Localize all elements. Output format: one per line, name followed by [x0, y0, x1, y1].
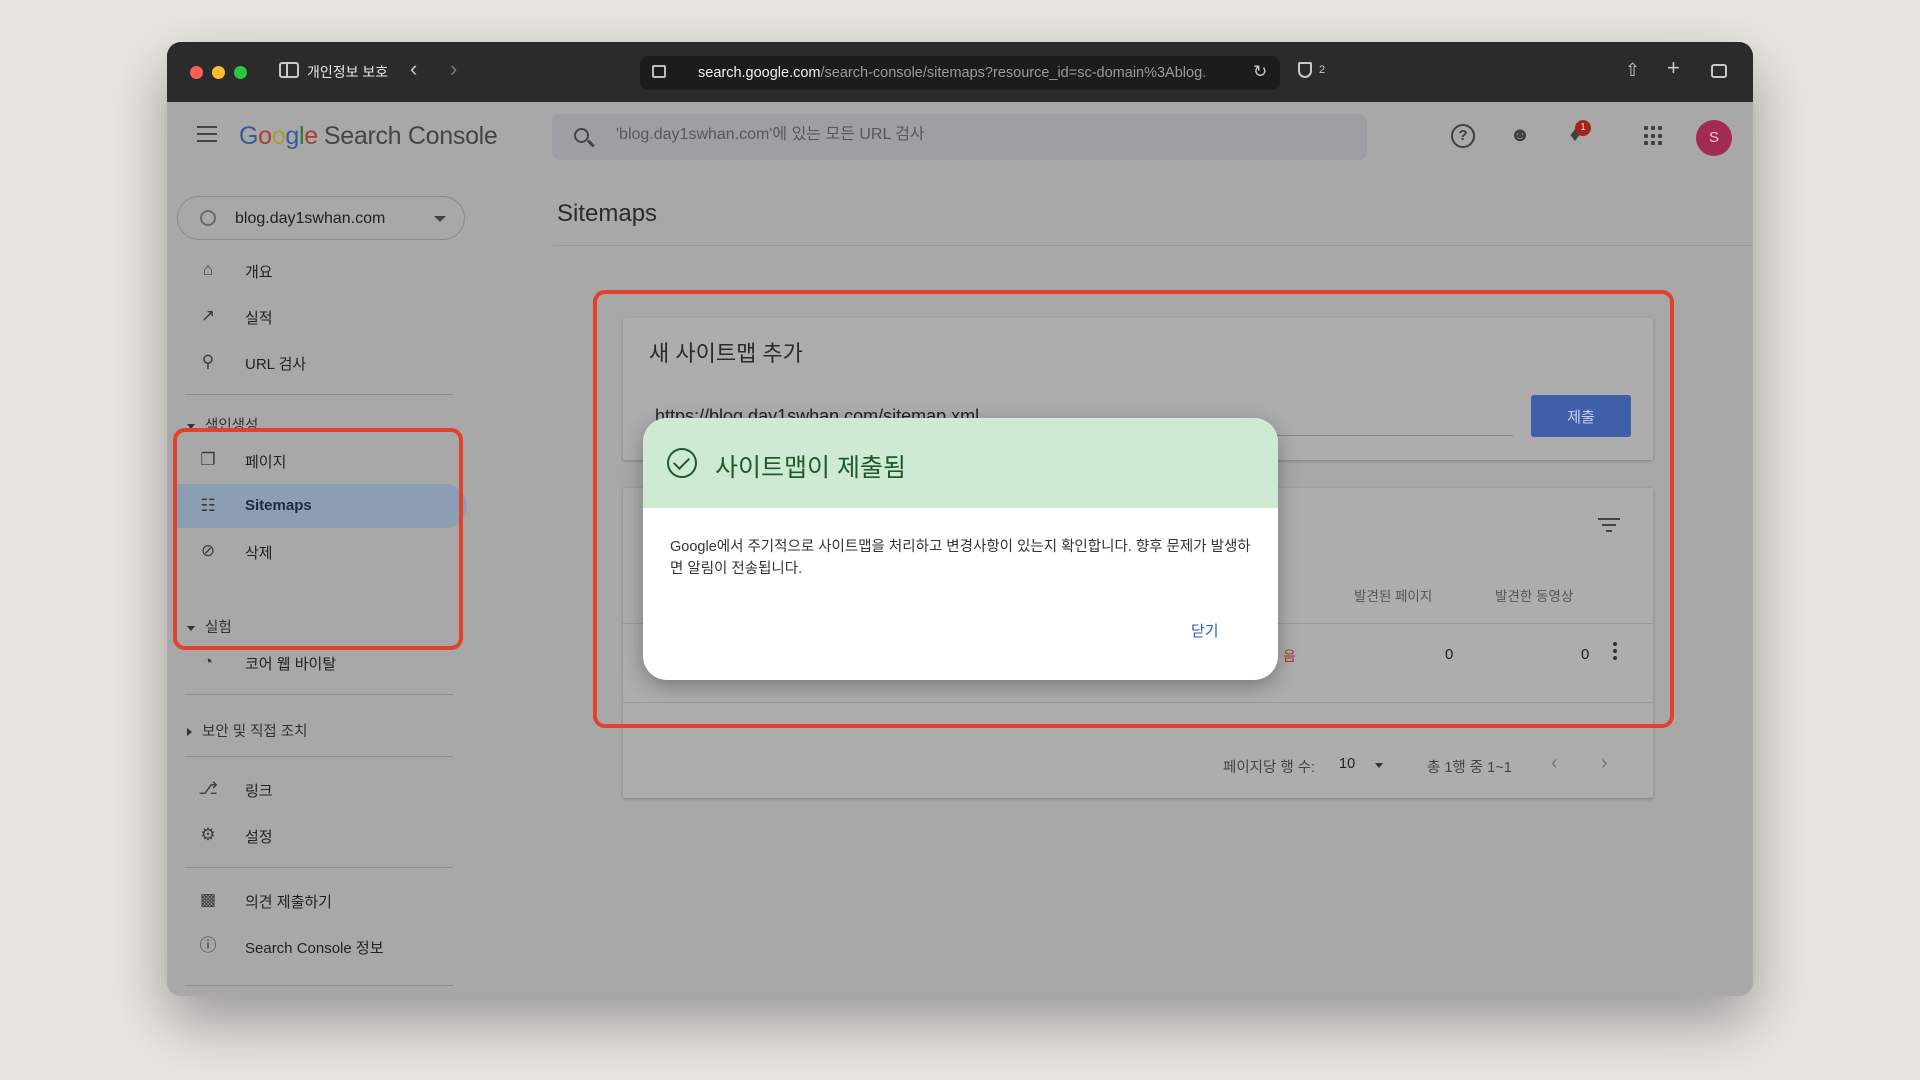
chevron-down-icon: [434, 216, 446, 222]
next-page-icon[interactable]: ›: [1601, 752, 1608, 775]
browser-window: 개인정보 보호 ‹ › search.google.com/search-con…: [167, 42, 1753, 996]
home-icon: ⌂: [202, 260, 214, 279]
manage-users-icon[interactable]: ☻: [1506, 122, 1534, 150]
shield-icon[interactable]: [1298, 62, 1312, 78]
browser-toolbar: 개인정보 보호 ‹ › search.google.com/search-con…: [167, 42, 1753, 102]
speed-icon: ◔: [202, 652, 214, 671]
caret-right-icon: [187, 728, 192, 737]
search-icon[interactable]: [574, 128, 589, 143]
sidebar-item-feedback[interactable]: ▩ 의견 제출하기: [177, 878, 467, 922]
apps-grid-icon[interactable]: [1644, 126, 1664, 146]
privacy-label[interactable]: 개인정보 보호: [307, 62, 388, 82]
globe-icon: [200, 210, 216, 226]
forward-icon[interactable]: ›: [450, 58, 457, 80]
site-info-icon[interactable]: [652, 65, 666, 78]
page-title: Sitemaps: [557, 200, 658, 227]
search-input[interactable]: [616, 126, 1316, 144]
sitemap-submitted-dialog: 사이트맵이 제출됨 Google에서 주기적으로 사이트맵을 처리하고 변경사항…: [643, 418, 1278, 680]
header-divider: [553, 245, 1753, 246]
property-label: blog.day1swhan.com: [235, 210, 386, 227]
feedback-icon: ▩: [199, 890, 217, 909]
help-icon[interactable]: ?: [1451, 124, 1475, 148]
close-window-button[interactable]: [190, 66, 203, 79]
search-icon: ⚲: [201, 352, 215, 371]
sidebar-divider: [185, 694, 453, 695]
sidebar-item-about[interactable]: ⓘ Search Console 정보: [177, 924, 467, 968]
dialog-message: Google에서 주기적으로 사이트맵을 처리하고 변경사항이 있는지 확인합니…: [670, 539, 1251, 577]
sidebar-section-security[interactable]: 보안 및 직접 조치: [187, 720, 307, 741]
sidebar-item-links[interactable]: ⎇ 링크: [177, 767, 467, 811]
share-icon[interactable]: ⇧: [1625, 60, 1640, 80]
product-name: Search Console: [323, 122, 498, 150]
links-icon: ⎇: [198, 779, 218, 798]
minimize-window-button[interactable]: [212, 66, 225, 79]
annotation-highlight-sidebar: [173, 428, 463, 650]
sidebar-toggle-icon[interactable]: [279, 62, 299, 78]
notification-badge: 1: [1575, 120, 1591, 136]
reload-icon[interactable]: ↻: [1253, 62, 1267, 82]
dialog-header: 사이트맵이 제출됨: [643, 418, 1278, 508]
trending-up-icon: ↗: [200, 306, 216, 325]
pagination-range: 총 1행 중 1~1: [1427, 760, 1512, 776]
shield-count: 2: [1319, 64, 1326, 76]
rows-per-page-select[interactable]: 10: [1339, 756, 1355, 772]
new-tab-icon[interactable]: +: [1667, 57, 1680, 79]
close-button[interactable]: 닫기: [1191, 620, 1219, 641]
chevron-down-icon[interactable]: [1375, 763, 1383, 768]
maximize-window-button[interactable]: [234, 66, 247, 79]
settings-icon: ⚙: [200, 825, 216, 844]
rows-per-page-label: 페이지당 행 수:: [1223, 760, 1316, 776]
tab-overview-icon[interactable]: [1711, 64, 1727, 78]
sidebar-item-settings[interactable]: ⚙ 설정: [177, 813, 467, 857]
url-host: search.google.com: [698, 65, 821, 81]
product-logo[interactable]: Google Search Console: [239, 122, 498, 151]
sidebar-item-url-inspection[interactable]: ⚲ URL 검사: [177, 340, 467, 384]
url-path: /search-console/sitemaps?resource_id=sc-…: [820, 65, 1207, 81]
menu-icon[interactable]: [197, 126, 217, 142]
sidebar-divider: [185, 985, 453, 986]
avatar[interactable]: S: [1696, 120, 1732, 156]
sidebar-divider: [185, 756, 453, 757]
url-text: search.google.com/search-console/sitemap…: [698, 65, 1238, 81]
sidebar-item-performance[interactable]: ↗ 실적: [177, 294, 467, 338]
property-selector[interactable]: blog.day1swhan.com: [177, 196, 465, 240]
dialog-title: 사이트맵이 제출됨: [715, 454, 906, 482]
sidebar-divider: [185, 867, 453, 868]
back-icon[interactable]: ‹: [410, 58, 417, 80]
check-circle-icon: [667, 448, 697, 478]
sidebar-divider: [185, 394, 453, 395]
app-header: GoogleSearch Console ? ☻ ♦ 1 S: [167, 102, 1753, 172]
url-inspection-search[interactable]: [552, 114, 1367, 160]
address-bar[interactable]: search.google.com/search-console/sitemap…: [640, 56, 1280, 90]
sidebar-item-overview[interactable]: ⌂ 개요: [177, 248, 467, 292]
prev-page-icon[interactable]: ‹: [1551, 752, 1558, 775]
info-icon: ⓘ: [199, 936, 217, 955]
